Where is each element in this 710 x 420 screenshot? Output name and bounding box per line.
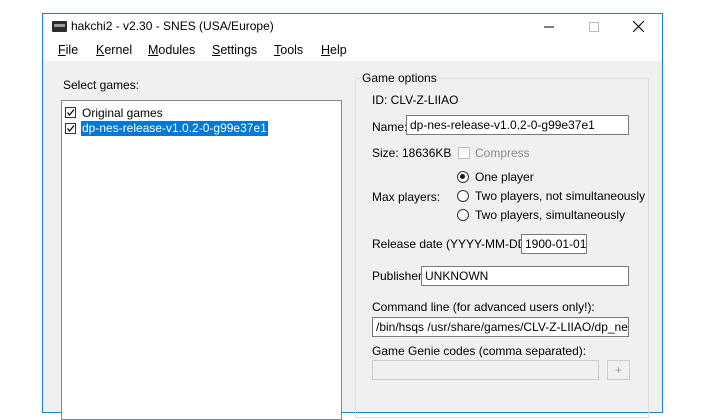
max-players-label: Max players: — [372, 190, 441, 204]
publisher-label: Publisher: — [372, 269, 426, 283]
checkmark-icon — [67, 125, 75, 132]
menu-file[interactable]: File — [58, 43, 78, 57]
window-title: hakchi2 - v2.30 - SNES (USA/Europe) — [71, 19, 274, 33]
menu-tools[interactable]: Tools — [274, 43, 303, 57]
game-checkbox[interactable] — [65, 123, 76, 134]
radio-two-players-alternating[interactable] — [457, 190, 469, 202]
original-games-checkbox[interactable] — [65, 107, 76, 118]
games-tree[interactable]: Original games dp-nes-release-v1.0.2-0-g… — [61, 100, 342, 420]
menu-modules[interactable]: Modules — [148, 43, 195, 57]
minimize-icon — [543, 26, 554, 27]
size-text: Size: 18636KB — [372, 146, 452, 160]
radio-one-player[interactable] — [457, 171, 469, 183]
close-button[interactable] — [616, 14, 661, 39]
compress-label: Compress — [475, 146, 530, 160]
tree-item-game[interactable]: dp-nes-release-v1.0.2-0-g99e37e1 — [65, 121, 325, 136]
menu-settings[interactable]: Settings — [212, 43, 257, 57]
game-id: ID: CLV-Z-LIIAO — [372, 93, 459, 107]
tree-item-label: Original games — [82, 106, 163, 120]
menu-help[interactable]: Help — [321, 43, 347, 57]
minimize-button[interactable] — [526, 14, 571, 39]
command-line-input[interactable]: /bin/hsqs /usr/share/games/CLV-Z-LIIAO/d… — [372, 317, 629, 337]
game-genie-label: Game Genie codes (comma separated): — [372, 344, 587, 358]
publisher-input[interactable]: UNKNOWN — [421, 266, 629, 286]
command-line-label: Command line (for advanced users only!): — [372, 300, 595, 314]
menu-kernel[interactable]: Kernel — [96, 43, 132, 57]
select-games-label: Select games: — [63, 78, 140, 92]
tree-item-original-games[interactable]: Original games — [65, 106, 325, 120]
maximize-icon — [588, 21, 599, 32]
radio-one-player-label: One player — [475, 170, 534, 184]
maximize-button[interactable] — [571, 14, 616, 39]
app-icon — [52, 21, 67, 32]
name-input[interactable]: dp-nes-release-v1.0.2-0-g99e37e1 — [406, 115, 629, 135]
add-game-genie-button[interactable]: + — [607, 360, 630, 380]
game-options-title: Game options — [360, 71, 439, 85]
compress-checkbox[interactable] — [458, 147, 470, 159]
close-icon — [633, 21, 644, 32]
radio-two-players-alternating-label: Two players, not simultaneously — [475, 189, 646, 203]
radio-two-players-simultaneous-label: Two players, simultaneously — [475, 208, 626, 222]
game-genie-input[interactable] — [372, 360, 599, 380]
release-date-label: Release date (YYYY-MM-DD): — [372, 237, 534, 251]
release-date-input[interactable]: 1900-01-01 — [521, 234, 587, 254]
menu-bar: File Kernel Modules Settings Tools Help — [43, 39, 662, 61]
name-label: Name: — [372, 120, 408, 134]
app-window: hakchi2 - v2.30 - SNES (USA/Europe) File… — [42, 13, 663, 420]
selected-game-label: dp-nes-release-v1.0.2-0-g99e37e1 — [81, 121, 268, 136]
checkmark-icon — [67, 109, 75, 116]
radio-two-players-simultaneous[interactable] — [457, 209, 469, 221]
title-bar[interactable]: hakchi2 - v2.30 - SNES (USA/Europe) — [43, 14, 662, 39]
